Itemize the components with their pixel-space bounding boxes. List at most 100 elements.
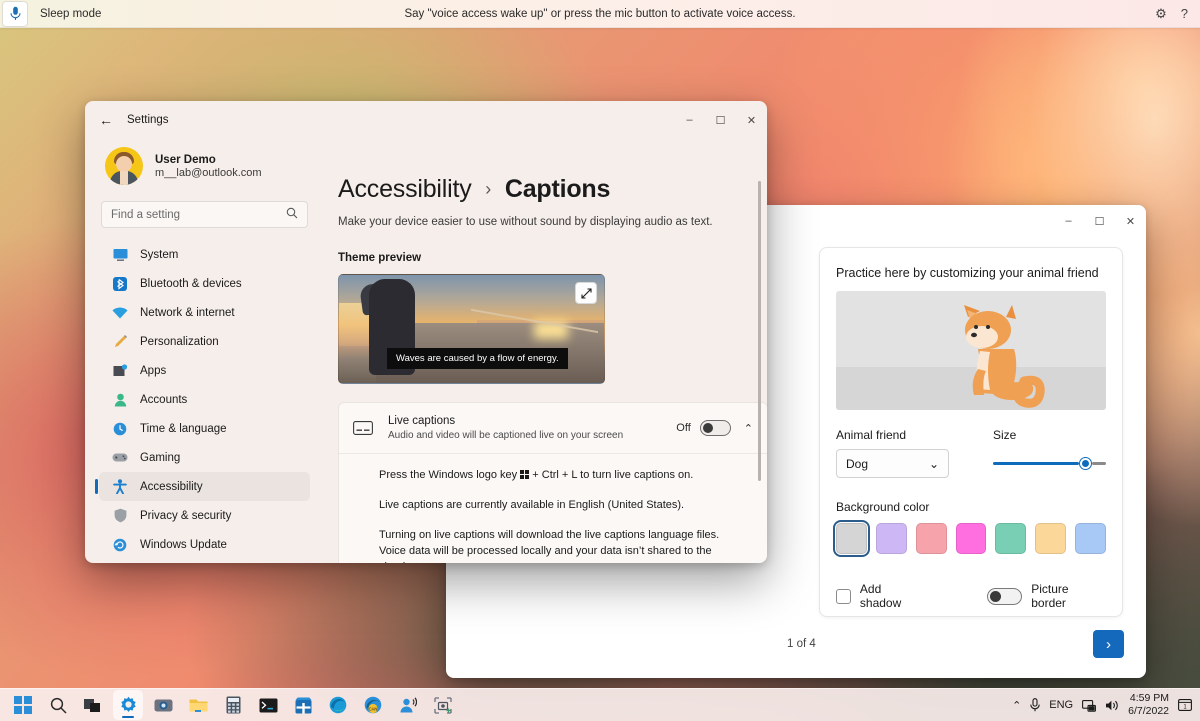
swatch-teal[interactable] [995,523,1026,554]
next-button[interactable]: › [1093,630,1124,658]
profile-name: User Demo [155,154,262,166]
clock[interactable]: 4:59 PM 6/7/2022 [1128,692,1169,718]
sidebar-item-accounts[interactable]: Accounts [99,385,310,414]
voice-access-status: Sleep mode [40,8,101,20]
settings-maximize-button[interactable]: ☐ [705,104,736,136]
apps-icon [111,362,129,380]
add-shadow-checkbox[interactable] [836,589,851,604]
microphone-icon[interactable] [2,1,28,27]
live-captions-toggle[interactable] [700,420,731,436]
sidebar-item-accessibility[interactable]: Accessibility [99,472,310,501]
microphone-icon[interactable] [1030,698,1040,712]
expand-icon[interactable] [575,282,597,304]
practice-minimize-button[interactable]: – [1053,205,1084,237]
voice-access-message: Say "voice access wake up" or press the … [0,8,1200,20]
preview-caption-text: Waves are caused by a flow of energy. [387,348,568,369]
settings-content: Accessibility › Captions Make your devic… [320,139,767,563]
sidebar-item-time-language[interactable]: Time & language [99,414,310,443]
settings-minimize-button[interactable]: – [674,104,705,136]
snipping-tool[interactable] [428,690,458,720]
start-button[interactable] [8,690,38,720]
page-indicator: 1 of 4 [787,638,816,650]
search-icon [286,206,298,224]
speaker-icon[interactable] [1105,699,1119,712]
sidebar-item-apps[interactable]: Apps [99,356,310,385]
slider-filled-track [993,462,1079,465]
background-color-label: Background color [836,500,1106,514]
sidebar-item-network-internet[interactable]: Network & internet [99,298,310,327]
accessibility-icon [111,478,129,496]
size-label: Size [993,428,1106,442]
edge-canary-browser[interactable]: CAN [358,690,388,720]
toggle-knob [703,423,713,433]
help-icon[interactable]: ? [1181,6,1188,21]
sidebar-item-windows-update[interactable]: Windows Update [99,530,310,559]
sidebar-item-label: Gaming [140,452,180,464]
breadcrumb-parent[interactable]: Accessibility [338,175,472,203]
size-field: Size [993,428,1106,478]
settings-titlebar: ← Settings – ☐ ✕ [85,101,767,139]
pet-preview-stage [836,291,1106,410]
chevron-up-icon[interactable]: ⌃ [744,422,753,435]
gear-icon[interactable]: ⚙ [1155,6,1167,22]
back-arrow-icon[interactable]: ← [92,106,120,134]
camera-app[interactable] [148,690,178,720]
live-captions-line-2: Live captions are currently available in… [379,498,739,514]
task-view-button[interactable] [78,690,108,720]
voice-access-bar: Sleep mode Say "voice access wake up" or… [0,0,1200,28]
update-icon [111,536,129,554]
store-app[interactable] [288,690,318,720]
chevron-up-icon[interactable]: ⌃ [1012,699,1021,712]
content-scrollbar[interactable] [758,181,761,555]
user-profile[interactable]: User Demo m__lab@outlook.com [93,139,312,185]
sidebar-item-label: Accessibility [140,481,203,493]
slider-thumb[interactable] [1080,458,1091,469]
sidebar-item-personalization[interactable]: Personalization [99,327,310,356]
search-box[interactable] [101,201,308,228]
practice-heading: Practice here by customizing your animal… [836,266,1106,280]
animal-friend-label: Animal friend [836,428,949,442]
calculator-app[interactable] [218,690,248,720]
svg-text:1: 1 [1183,705,1187,711]
live-captions-header[interactable]: Live captions Audio and video will be ca… [339,403,767,453]
network-icon[interactable] [1082,699,1096,712]
sidebar-item-bluetooth-devices[interactable]: Bluetooth & devices [99,269,310,298]
animal-friend-value: Dog [846,457,868,471]
settings-close-button[interactable]: ✕ [736,104,767,136]
scrollbar-thumb[interactable] [758,181,761,481]
practice-maximize-button[interactable]: ☐ [1084,205,1115,237]
avatar [105,147,143,185]
swatch-blue[interactable] [1075,523,1106,554]
sidebar-item-system[interactable]: System [99,240,310,269]
file-explorer[interactable] [183,690,213,720]
notification-icon[interactable]: 1 [1178,698,1192,712]
picture-border-toggle[interactable] [987,588,1022,605]
windows-key-icon [520,470,529,479]
settings-sidebar: User Demo m__lab@outlook.com System Blue… [85,139,320,563]
search-button[interactable] [43,690,73,720]
terminal-app[interactable] [253,690,283,720]
animal-friend-select[interactable]: Dog ⌄ [836,449,949,478]
swatch-peach[interactable] [1035,523,1066,554]
shield-icon [111,507,129,525]
add-shadow-label: Add shadow [860,582,926,610]
settings-app[interactable] [113,690,143,720]
language-indicator[interactable]: ENG [1049,699,1073,711]
settings-window: ← Settings – ☐ ✕ User Demo m__lab@outloo… [85,101,767,563]
swatch-gray[interactable] [836,523,867,554]
swatch-magenta[interactable] [956,523,987,554]
sidebar-item-privacy-security[interactable]: Privacy & security [99,501,310,530]
sidebar-item-gaming[interactable]: Gaming [99,443,310,472]
voice-access-app[interactable] [393,690,423,720]
practice-close-button[interactable]: ✕ [1115,205,1146,237]
sidebar-item-label: Bluetooth & devices [140,278,242,290]
edge-browser[interactable] [323,690,353,720]
sidebar-item-label: Time & language [140,423,227,435]
size-slider[interactable] [993,449,1106,478]
swatch-lavender[interactable] [876,523,907,554]
picture-border-label: Picture border [1031,582,1106,610]
sidebar-item-label: Windows Update [140,539,227,551]
breadcrumb: Accessibility › Captions [338,175,745,204]
swatch-salmon[interactable] [916,523,947,554]
search-input[interactable] [111,209,286,221]
